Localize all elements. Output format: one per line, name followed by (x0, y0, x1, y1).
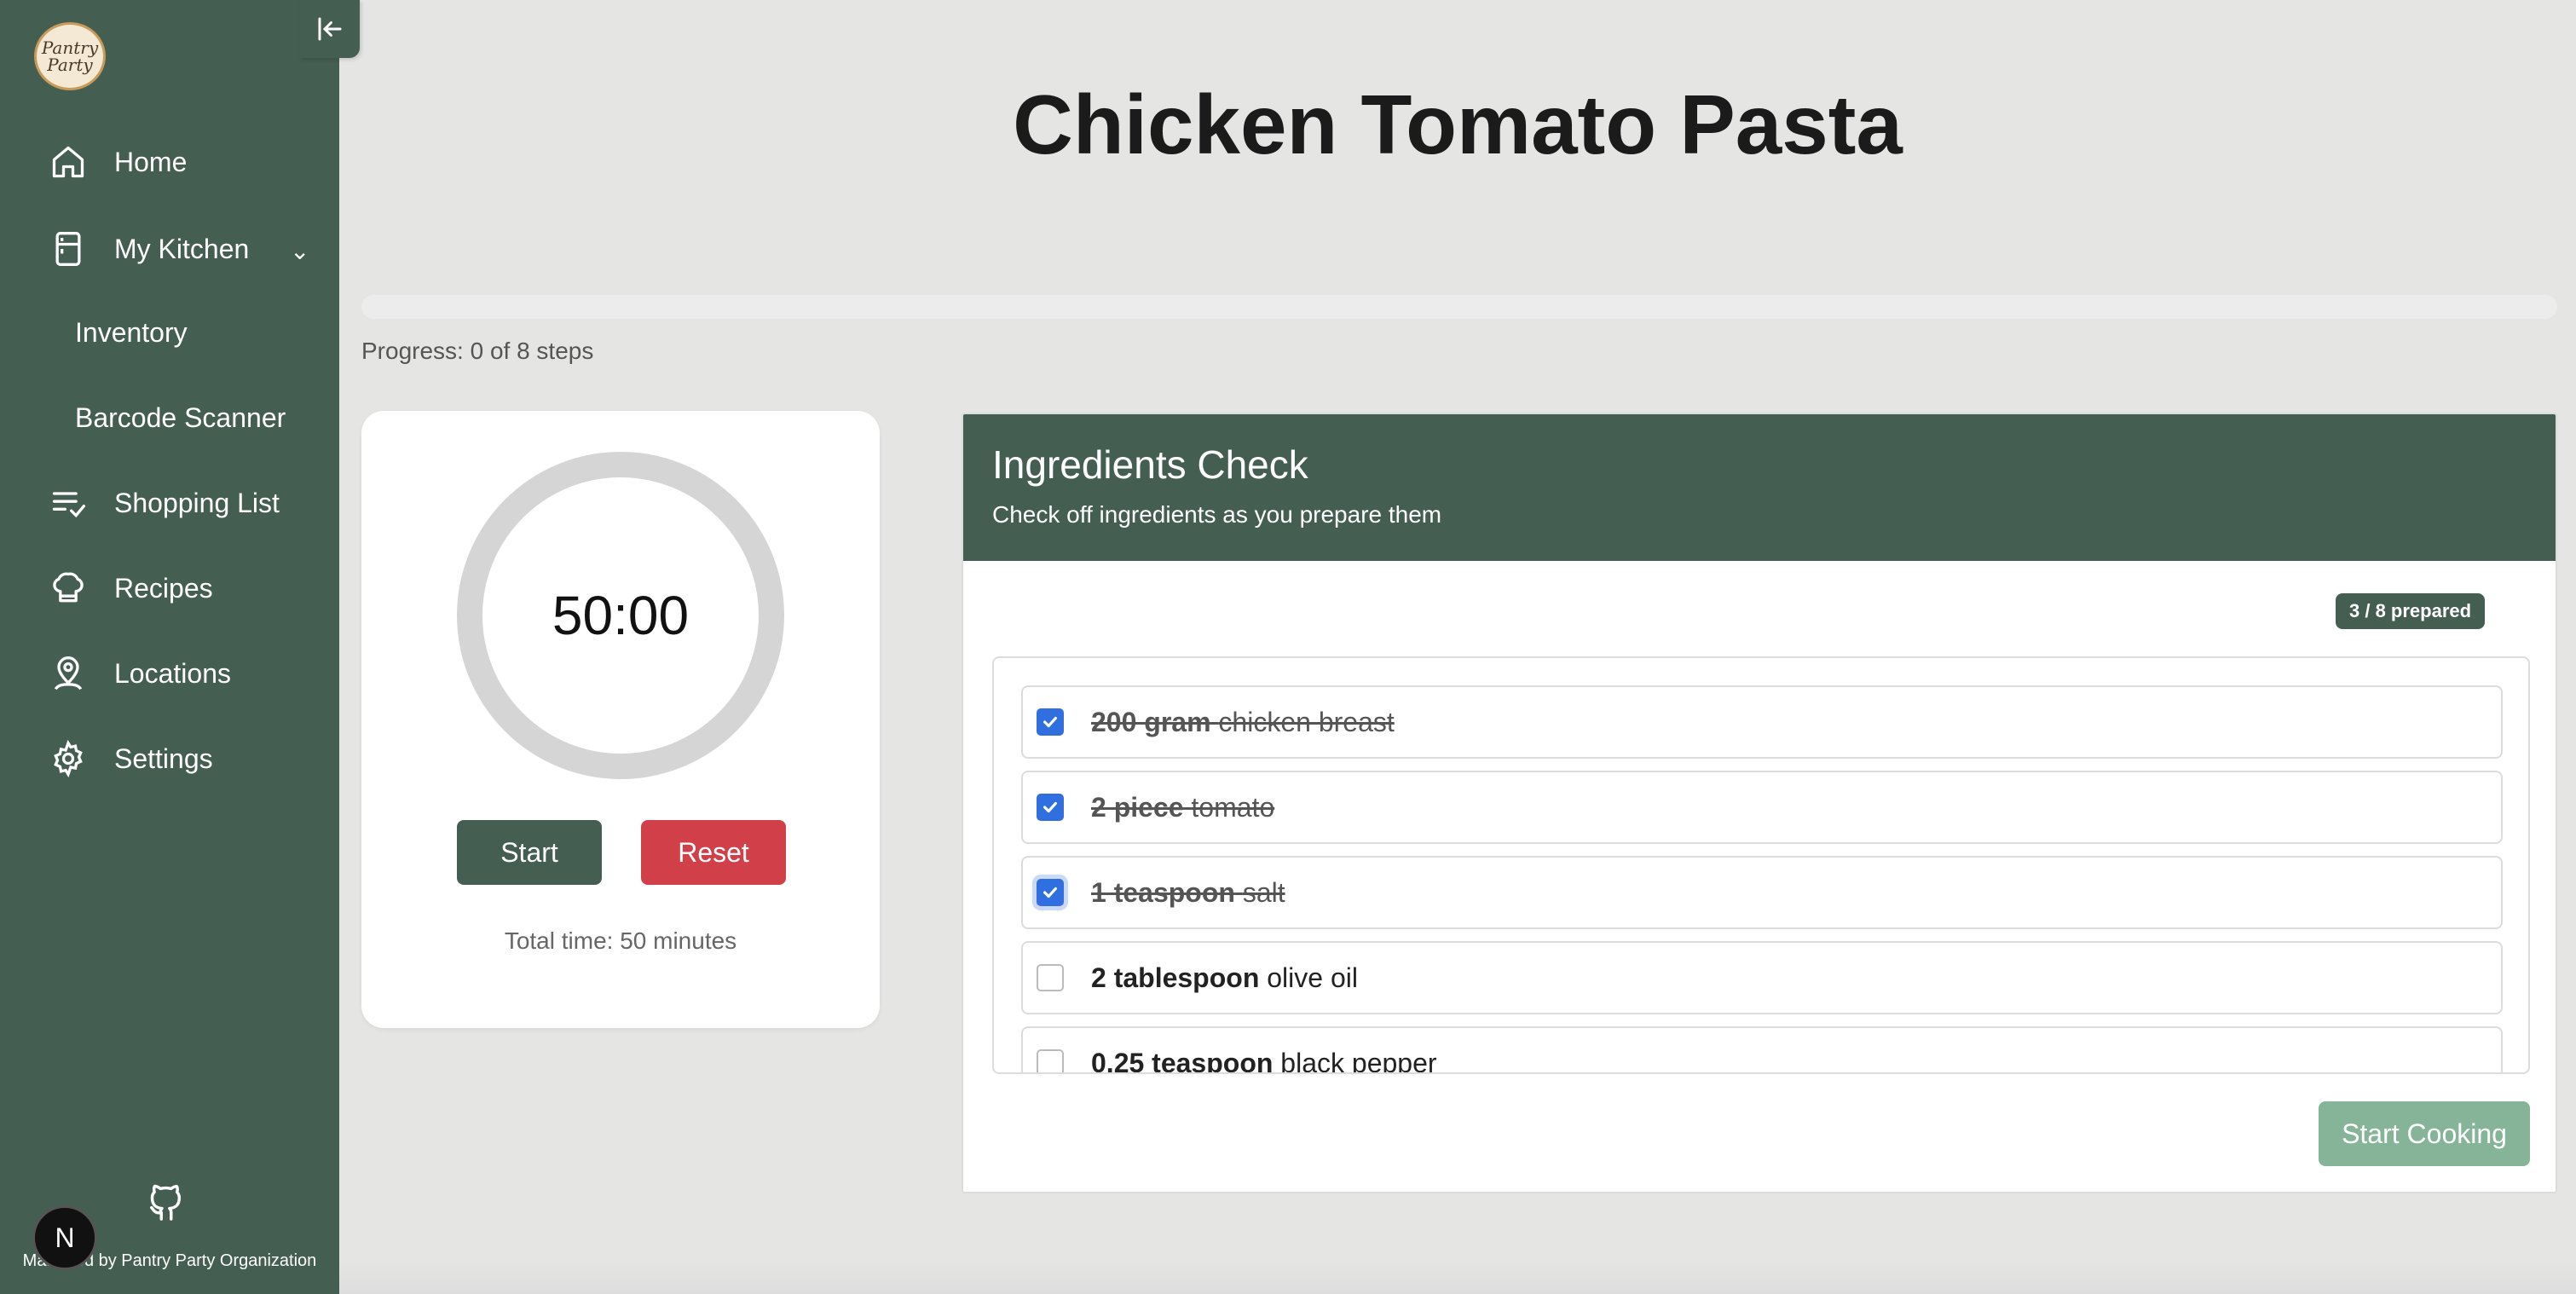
ingredient-name: chicken breast (1218, 706, 1395, 737)
progress-text: Progress: 0 of 8 steps (361, 338, 594, 364)
ingredient-row[interactable]: 0.25 teaspoon black pepper (1021, 1026, 2503, 1074)
nav-barcode-scanner-label: Barcode Scanner (75, 401, 286, 433)
ingredient-qty: 2 tablespoon (1091, 962, 1260, 993)
prepared-count-badge: 3 / 8 prepared (2336, 593, 2486, 629)
nav-home[interactable]: Home (48, 136, 187, 188)
location-pin-icon (48, 653, 89, 694)
nav-my-kitchen[interactable]: My Kitchen (48, 223, 249, 274)
nav-recipes-label: Recipes (114, 572, 213, 604)
github-icon[interactable] (147, 1180, 189, 1222)
ingredient-name: tomato (1191, 791, 1275, 823)
timer-card: 50:00 Start Reset Total time: 50 minutes (361, 411, 880, 1028)
nav-inventory-label: Inventory (75, 316, 188, 348)
timer-display: 50:00 (552, 585, 690, 646)
ingredient-row[interactable]: 2 piece tomato (1021, 771, 2503, 844)
nav-shopping-list-label: Shopping List (114, 487, 280, 518)
nav-home-label: Home (114, 146, 188, 177)
ingredient-qty: 200 gram (1091, 706, 1211, 737)
start-cooking-button[interactable]: Start Cooking (2319, 1101, 2530, 1166)
bottom-shade (339, 1262, 2576, 1294)
sidebar: Pantry Party Home My Kitchen ⌄ Inventory … (0, 0, 339, 1294)
ingredient-checkbox[interactable] (1037, 794, 1064, 821)
ingredient-name: black pepper (1280, 1047, 1437, 1074)
nav-inventory[interactable]: Inventory (75, 307, 188, 358)
chevron-down-icon[interactable]: ⌄ (290, 237, 309, 265)
ingredient-qty: 1 teaspoon (1091, 876, 1235, 908)
timer-reset-button[interactable]: Reset (641, 820, 786, 885)
ingredients-subtitle: Check off ingredients as you prepare the… (992, 501, 1442, 528)
gear-icon (48, 738, 89, 779)
nav-settings-label: Settings (114, 742, 213, 774)
pantry-party-logo[interactable]: Pantry Party (34, 22, 106, 90)
nav-shopping-list[interactable]: Shopping List (48, 477, 280, 529)
ingredient-list[interactable]: 200 gram chicken breast 2 piece tomato 1… (992, 656, 2530, 1074)
ingredient-row[interactable]: 1 teaspoon salt (1021, 856, 2503, 929)
ingredients-card: Ingredients Check Check off ingredients … (962, 413, 2557, 1193)
ingredient-name: salt (1242, 876, 1285, 908)
ingredient-qty: 2 piece (1091, 791, 1184, 823)
ingredient-row[interactable]: 200 gram chicken breast (1021, 685, 2503, 759)
nav-barcode-scanner[interactable]: Barcode Scanner (75, 392, 286, 443)
ingredient-checkbox[interactable] (1037, 879, 1064, 906)
ingredient-row[interactable]: 2 tablespoon olive oil (1021, 941, 2503, 1014)
ingredient-checkbox[interactable] (1037, 1049, 1064, 1072)
chef-hat-icon (48, 568, 89, 609)
ingredients-header: Ingredients Check Check off ingredients … (963, 414, 2556, 561)
ingredient-text: 0.25 teaspoon black pepper (1091, 1047, 1437, 1074)
ingredient-checkbox[interactable] (1037, 708, 1064, 736)
nav-my-kitchen-label: My Kitchen (114, 233, 250, 264)
ingredient-checkbox[interactable] (1037, 964, 1064, 991)
fridge-icon (48, 228, 89, 269)
ingredient-qty: 0.25 teaspoon (1091, 1047, 1274, 1074)
page-title: Chicken Tomato Pasta (1013, 78, 1903, 171)
ingredient-text: 2 piece tomato (1091, 792, 1274, 823)
dev-tools-badge[interactable]: N (32, 1205, 97, 1270)
total-time: Total time: 50 minutes (504, 927, 737, 954)
ingredients-title: Ingredients Check (992, 442, 1308, 487)
nav-locations[interactable]: Locations (48, 648, 231, 699)
progress-bar (361, 295, 2557, 319)
nav-settings[interactable]: Settings (48, 733, 213, 784)
collapse-sidebar-button[interactable] (300, 0, 360, 58)
timer-ring: 50:00 (457, 452, 784, 779)
timer-start-button[interactable]: Start (457, 820, 602, 885)
ingredient-text: 1 teaspoon salt (1091, 877, 1285, 909)
ingredient-name: olive oil (1267, 962, 1358, 993)
list-check-icon (48, 482, 89, 523)
home-icon (48, 142, 89, 182)
nav-recipes[interactable]: Recipes (48, 563, 213, 614)
ingredient-text: 2 tablespoon olive oil (1091, 962, 1358, 994)
ingredient-text: 200 gram chicken breast (1091, 707, 1395, 738)
nav-locations-label: Locations (114, 657, 231, 689)
